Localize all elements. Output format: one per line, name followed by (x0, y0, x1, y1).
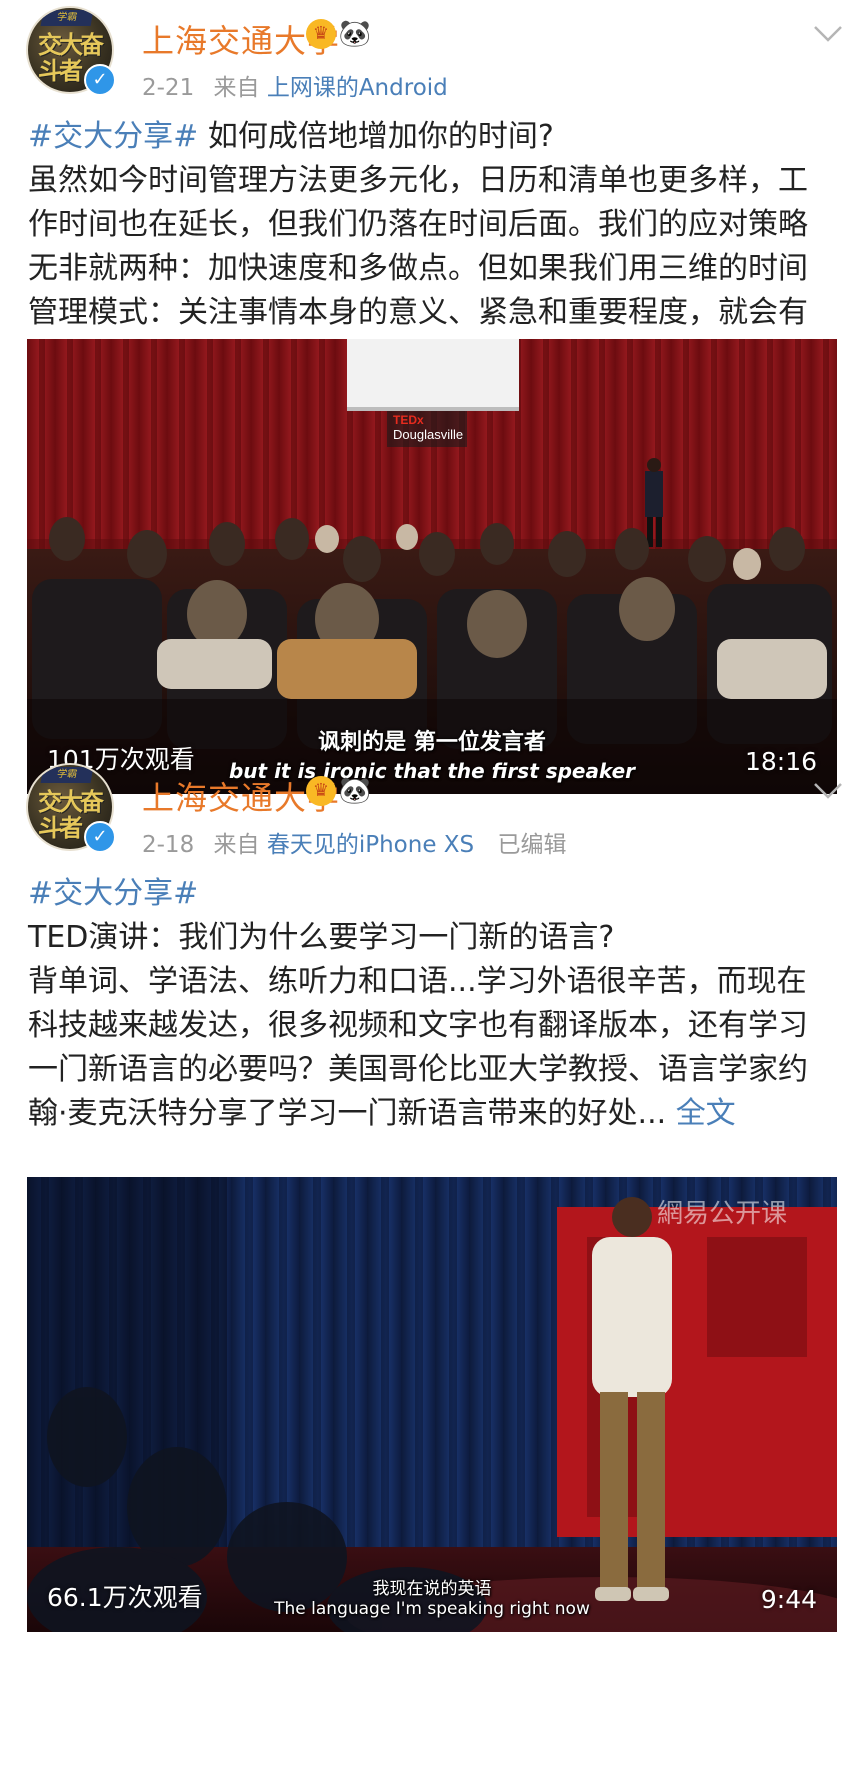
graduation-cap-icon: 学霸 (40, 10, 94, 26)
chevron-down-icon[interactable] (812, 779, 844, 803)
video-thumbnail: 網易公开课 (27, 1177, 837, 1632)
verified-badge-icon: ✓ (84, 821, 116, 853)
post-meta: 2-18 来自 春天见的iPhone XS 已编辑 (142, 825, 566, 859)
panda-badge-icon[interactable]: 🐼 (338, 774, 372, 808)
verified-badge-icon: ✓ (84, 64, 116, 96)
full-text-link[interactable]: 全文 (676, 1096, 736, 1131)
graduation-cap-icon: 学霸 (40, 767, 94, 783)
post-source[interactable]: 上网课的Android (267, 75, 448, 101)
video-player[interactable]: TEDx Douglasville 讽刺的是 第一位发言者 but it is … (27, 339, 837, 794)
post-header: 学霸 交大奋斗者 ✓ 上海交通大学 ♛ 🐼 2-18 来自 春天见的iPhone… (0, 757, 866, 872)
post-date: 2-18 (142, 832, 195, 858)
source-prefix: 来自 (213, 75, 260, 101)
post-date: 2-21 (142, 75, 195, 101)
edited-label: 已编辑 (497, 832, 567, 858)
video-watermark: 網易公开课 (657, 1199, 787, 1229)
video-duration: 9:44 (760, 1585, 817, 1614)
topic-link[interactable]: #交大分享# (28, 876, 198, 911)
post-body: #交大分享# 如何成倍地增加你的时间? 虽然如今时间管理方法更多元化，日历和清单… (28, 115, 826, 374)
topic-link[interactable]: #交大分享# (28, 119, 198, 154)
chevron-down-icon[interactable] (812, 22, 844, 46)
post-meta: 2-21 来自 上网课的Android (142, 68, 448, 102)
view-count: 66.1万次观看 (47, 1583, 203, 1612)
post-title: TED演讲：我们为什么要学习一门新的语言? (28, 920, 615, 955)
post-header: 学霸 交大奋斗者 ✓ 上海交通大学 ♛ 🐼 2-21 来自 上网课的Androi… (0, 0, 866, 115)
video-player[interactable]: 網易公开课 我现在说的英语 The language I'm speaking … (27, 1177, 837, 1632)
source-prefix: 来自 (213, 832, 260, 858)
weibo-post: 学霸 交大奋斗者 ✓ 上海交通大学 ♛ 🐼 2-18 来自 春天见的iPhone… (0, 757, 866, 1788)
panda-badge-icon[interactable]: 🐼 (338, 17, 372, 51)
stage-sign: TEDx (393, 413, 424, 427)
crown-badge-icon[interactable]: ♛ (306, 19, 336, 49)
post-source[interactable]: 春天见的iPhone XS (267, 832, 474, 858)
stage-sign-sub: Douglasville (393, 427, 463, 442)
post-body: #交大分享# TED演讲：我们为什么要学习一门新的语言? 背单词、学语法、练听力… (28, 872, 826, 1177)
post-title: 如何成倍地增加你的时间? (198, 119, 554, 154)
crown-badge-icon[interactable]: ♛ (306, 776, 336, 806)
weibo-post: 学霸 交大奋斗者 ✓ 上海交通大学 ♛ 🐼 2-21 来自 上网课的Androi… (0, 0, 866, 794)
